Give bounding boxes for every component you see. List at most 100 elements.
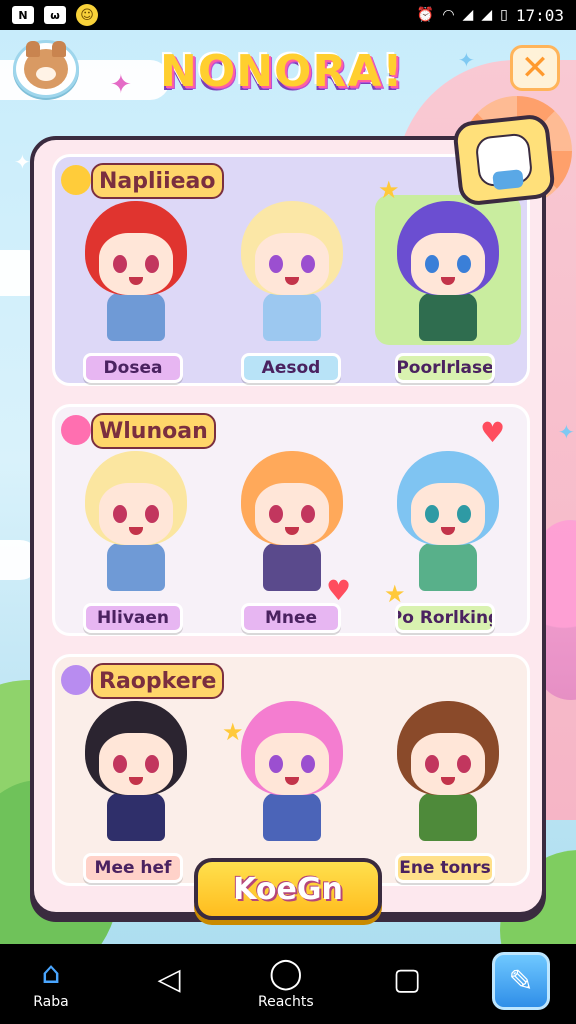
character-card[interactable] bbox=[375, 445, 521, 595]
magic-wand-button[interactable]: ✎ bbox=[492, 952, 550, 1010]
sparkle-icon: ✦ bbox=[110, 70, 132, 100]
row-emblem-icon bbox=[61, 165, 91, 195]
character-face bbox=[411, 733, 485, 795]
character-select-panel: Napliieao Dosea Aesod Poorlrlase Wlunoan Hliv… bbox=[30, 136, 546, 916]
game-title: NONORA! bbox=[160, 46, 404, 97]
character-card[interactable] bbox=[375, 195, 521, 345]
character-mouth bbox=[285, 277, 299, 285]
notification-icon: N bbox=[12, 6, 34, 24]
character-card[interactable] bbox=[219, 445, 365, 595]
circle-home-icon: ◯ bbox=[269, 955, 303, 991]
nav-back[interactable]: ◁ bbox=[148, 958, 190, 1000]
character-eye bbox=[113, 505, 127, 523]
nav-center[interactable]: ◯ Reachts bbox=[258, 952, 314, 1011]
character-outfit bbox=[419, 793, 477, 841]
sparkle-icon: ✦ bbox=[458, 48, 475, 72]
character-mouth bbox=[441, 277, 455, 285]
character-name-tag[interactable]: Po Rorlking bbox=[395, 603, 495, 633]
character-eye bbox=[457, 255, 471, 273]
character-eye bbox=[145, 755, 159, 773]
sparkle-icon: ✦ bbox=[14, 150, 31, 174]
character-eye bbox=[425, 505, 439, 523]
character-name-tag[interactable]: Ene tonrs bbox=[395, 853, 495, 883]
alarm-icon: ⏰ bbox=[416, 7, 435, 23]
square-recents-icon: ▢ bbox=[392, 961, 422, 997]
robot-mascot-icon bbox=[474, 132, 534, 188]
battery-icon: ▯ bbox=[500, 7, 508, 23]
character-eye bbox=[457, 755, 471, 773]
character-mouth bbox=[129, 277, 143, 285]
character-outfit bbox=[263, 293, 321, 341]
sparkle-icon: ✦ bbox=[558, 420, 575, 444]
back-triangle-icon: ◁ bbox=[157, 961, 181, 997]
row-title: Wlunoan bbox=[91, 413, 216, 449]
wifi-icon: ◠ bbox=[442, 7, 455, 23]
character-row: Wlunoan Hlivaen Mnee Po Rorlking bbox=[52, 404, 530, 636]
close-button[interactable]: ✕ bbox=[510, 45, 560, 91]
character-name-tag[interactable]: Mee hef bbox=[83, 853, 183, 883]
character-name-tag[interactable]: Hlivaen bbox=[83, 603, 183, 633]
row-emblem-icon bbox=[61, 665, 91, 695]
character-mouth bbox=[129, 777, 143, 785]
star-icon: ★ bbox=[222, 718, 244, 746]
row-emblem-icon bbox=[61, 415, 91, 445]
character-eye bbox=[269, 755, 283, 773]
clock: 17:03 bbox=[515, 5, 564, 25]
character-mouth bbox=[285, 527, 299, 535]
character-eye bbox=[145, 255, 159, 273]
confirm-button[interactable]: KoeGn bbox=[194, 858, 382, 920]
character-card[interactable] bbox=[375, 695, 521, 845]
signal-icon: ◢ bbox=[462, 7, 474, 23]
signal-icon: ◢ bbox=[481, 7, 493, 23]
nav-home-label: Raba bbox=[33, 994, 69, 1010]
star-icon: ★ bbox=[378, 176, 400, 204]
character-outfit bbox=[263, 543, 321, 591]
character-outfit bbox=[419, 293, 477, 341]
character-eye bbox=[269, 255, 283, 273]
character-outfit bbox=[419, 543, 477, 591]
notification-icon: ω bbox=[44, 6, 66, 24]
character-card[interactable] bbox=[63, 445, 209, 595]
character-name-tag[interactable]: Poorlrlase bbox=[395, 353, 495, 383]
profile-avatar-button[interactable] bbox=[13, 40, 79, 98]
character-mouth bbox=[441, 777, 455, 785]
nav-home[interactable]: ⌂ Raba bbox=[30, 952, 72, 1011]
magic-wand-icon: ✎ bbox=[508, 963, 534, 999]
character-outfit bbox=[107, 793, 165, 841]
character-eye bbox=[425, 755, 439, 773]
character-eye bbox=[145, 505, 159, 523]
character-row: Raopkere Mee hef Ene tonrs bbox=[52, 654, 530, 886]
character-face bbox=[411, 483, 485, 545]
character-card[interactable] bbox=[63, 695, 209, 845]
character-outfit bbox=[263, 793, 321, 841]
home-icon: ⌂ bbox=[41, 955, 61, 991]
heart-icon: ♥ bbox=[480, 416, 506, 449]
character-card[interactable] bbox=[63, 195, 209, 345]
row-title: Napliieao bbox=[91, 163, 224, 199]
character-name-tag[interactable]: Mnee bbox=[241, 603, 341, 633]
status-bar: N ω ☺ ⏰ ◠ ◢ ◢ ▯ 17:03 bbox=[0, 0, 576, 30]
character-face bbox=[255, 483, 329, 545]
character-face bbox=[411, 233, 485, 295]
mascot-badge[interactable] bbox=[451, 113, 557, 207]
character-eye bbox=[113, 755, 127, 773]
character-eye bbox=[457, 505, 471, 523]
character-face bbox=[255, 233, 329, 295]
character-eye bbox=[113, 255, 127, 273]
emoji-notification-icon: ☺ bbox=[76, 4, 98, 26]
nav-recents[interactable]: ▢ bbox=[386, 958, 428, 1000]
star-icon: ★ bbox=[384, 580, 406, 608]
character-mouth bbox=[129, 527, 143, 535]
character-face bbox=[99, 733, 173, 795]
character-outfit bbox=[107, 543, 165, 591]
character-mouth bbox=[441, 527, 455, 535]
character-eye bbox=[269, 505, 283, 523]
character-eye bbox=[425, 255, 439, 273]
character-name-tag[interactable]: Dosea bbox=[83, 353, 183, 383]
row-title: Raopkere bbox=[91, 663, 225, 699]
character-eye bbox=[301, 255, 315, 273]
character-eye bbox=[301, 755, 315, 773]
character-name-tag[interactable]: Aesod bbox=[241, 353, 341, 383]
character-card[interactable] bbox=[219, 195, 365, 345]
character-face bbox=[255, 733, 329, 795]
